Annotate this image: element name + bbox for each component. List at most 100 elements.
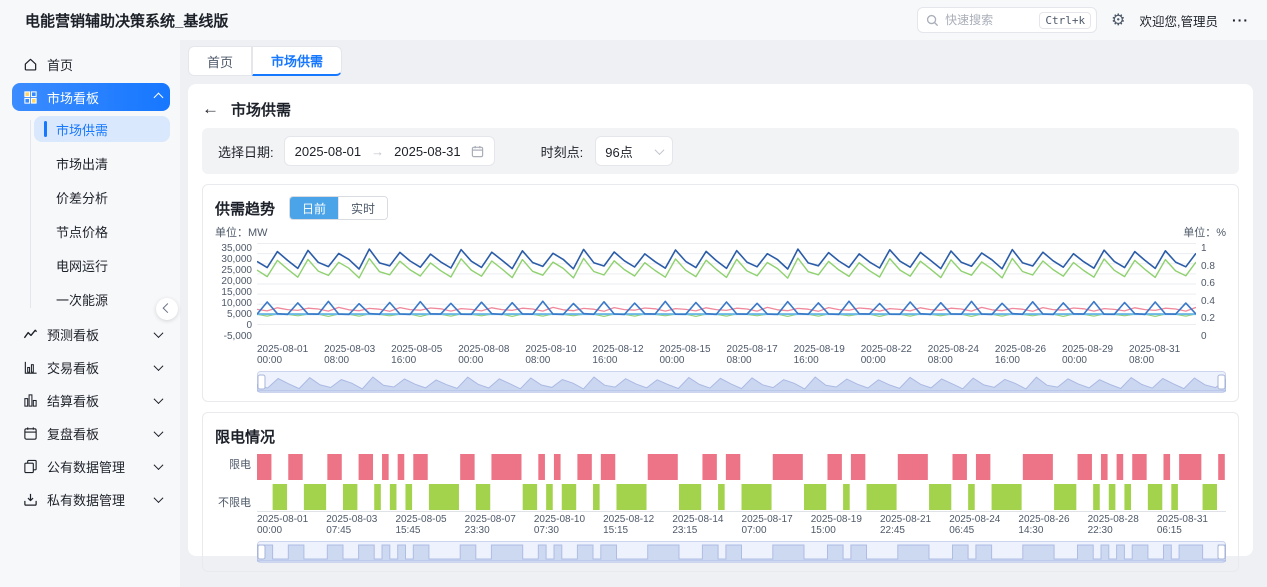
sidebar-item-label: 预测看板 — [47, 325, 146, 344]
x-axis-tick: 2025-08-01 00:00 — [257, 514, 326, 536]
x-axis-tick: 2025-08-03 07:45 — [326, 514, 395, 536]
sidebar-subitem-一次能源[interactable]: 一次能源 — [34, 286, 170, 312]
time-point-select[interactable]: 96点 — [595, 136, 673, 166]
chevron-down-icon — [154, 328, 164, 338]
x-axis-tick: 2025-08-26 14:30 — [1018, 514, 1087, 536]
curtail-label-on: 限电 — [229, 456, 251, 472]
sidebar-item-私有数据管理[interactable]: 私有数据管理 — [12, 485, 170, 513]
trend-y-axis-right: 10.80.60.40.20 — [1196, 243, 1226, 342]
calendar-icon — [22, 425, 38, 441]
sidebar-item-结算看板[interactable]: 结算看板 — [12, 386, 170, 414]
sidebar-item-公有数据管理[interactable]: 公有数据管理 — [12, 452, 170, 480]
unit-row: 单位：MW 单位：% — [215, 222, 1226, 243]
curtail-y-axis: 限电 不限电 — [215, 454, 257, 512]
trend-plot-area[interactable] — [257, 243, 1196, 342]
y-axis-tick: 0.6 — [1201, 278, 1226, 289]
trend-lines-svg — [257, 243, 1196, 325]
sidebar-subitem-市场供需[interactable]: 市场供需 — [34, 116, 170, 142]
date-range-picker[interactable]: 2025-08-01 → 2025-08-31 — [284, 136, 495, 166]
chevron-down-icon — [154, 460, 164, 470]
sidebar-subitem-市场出清[interactable]: 市场出清 — [34, 150, 170, 176]
x-axis-tick: 2025-08-31 08:00 — [1129, 344, 1196, 366]
sidebar-collapse-button[interactable] — [156, 298, 178, 320]
trend-datazoom-slider[interactable] — [257, 371, 1226, 393]
y-axis-tick: -5,000 — [215, 331, 252, 342]
curtail-panel-head: 限电情况 — [215, 422, 1226, 450]
curtail-panel: 限电情况 限电 不限电 2025-08-01 00:002025-08-03 0… — [202, 412, 1239, 572]
trend-datazoom-svg[interactable] — [257, 371, 1226, 393]
y-axis-tick: 15,000 — [215, 287, 252, 298]
x-axis-tick: 2025-08-08 00:00 — [458, 344, 525, 366]
tab-市场供需[interactable]: 市场供需 — [252, 46, 342, 76]
datazoom-handle[interactable] — [1218, 545, 1225, 559]
sidebar-subitem-价差分析[interactable]: 价差分析 — [34, 184, 170, 210]
curtail-plot-area[interactable] — [257, 454, 1226, 512]
x-axis-tick: 2025-08-05 16:00 — [391, 344, 458, 366]
curtail-x-axis: 2025-08-01 00:002025-08-03 07:45 2025-08-… — [257, 512, 1226, 536]
sidebar-item-复盘看板[interactable]: 复盘看板 — [12, 419, 170, 447]
sidebar-menu: 首页市场看板市场供需市场出清价差分析节点价格电网运行一次能源预测看板交易看板结算… — [12, 50, 170, 513]
trend-toggle: 日前实时 — [289, 196, 388, 220]
copy-icon — [22, 458, 38, 474]
app-title: 电能营销辅助决策系统_基线版 — [25, 10, 228, 31]
date-end-value[interactable]: 2025-08-31 — [394, 144, 461, 159]
sidebar-item-交易看板[interactable]: 交易看板 — [12, 353, 170, 381]
more-menu-icon[interactable]: ··· — [1232, 12, 1249, 28]
time-point-label: 时刻点: — [541, 142, 584, 161]
tab-bar: 首页市场供需 — [188, 46, 1253, 76]
x-axis-tick: 2025-08-24 06:45 — [949, 514, 1018, 536]
x-axis-tick: 2025-08-15 00:00 — [659, 344, 726, 366]
sidebar-item-label: 市场看板 — [47, 88, 146, 107]
toggle-实时[interactable]: 实时 — [338, 197, 387, 219]
page-header: ← 市场供需 — [202, 94, 1239, 124]
sidebar-item-市场看板[interactable]: 市场看板 — [12, 83, 170, 111]
y-axis-tick: 10,000 — [215, 298, 252, 309]
global-search[interactable]: Ctrl+k — [917, 7, 1097, 33]
date-start-value[interactable]: 2025-08-01 — [295, 144, 362, 159]
x-axis-tick: 2025-08-17 07:00 — [742, 514, 811, 536]
time-point-value: 96点 — [605, 142, 632, 161]
sidebar-item-label: 首页 — [47, 55, 162, 74]
tab-首页[interactable]: 首页 — [188, 46, 252, 76]
curtail-chart: 限电 不限电 — [215, 454, 1226, 512]
sidebar-subitem-节点价格[interactable]: 节点价格 — [34, 218, 170, 244]
trend-panel-head: 供需趋势 日前实时 — [215, 194, 1226, 222]
x-axis-tick: 2025-08-12 16:00 — [592, 344, 659, 366]
unit-left-label: 单位：MW — [215, 224, 268, 240]
y-axis-tick: 0.8 — [1201, 261, 1226, 272]
trend-y-axis-left: 35,00030,00025,00020,00015,00010,0005,00… — [215, 243, 257, 342]
x-axis-tick: 2025-08-10 07:30 — [534, 514, 603, 536]
datazoom-handle[interactable] — [258, 375, 265, 389]
sidebar-item-首页[interactable]: 首页 — [12, 50, 170, 78]
x-axis-tick: 2025-08-21 22:45 — [880, 514, 949, 536]
chevron-down-icon — [154, 427, 164, 437]
x-axis-tick: 2025-08-14 23:15 — [672, 514, 741, 536]
home-icon — [22, 56, 38, 72]
sidebar-item-预测看板[interactable]: 预测看板 — [12, 320, 170, 348]
y-axis-tick: 35,000 — [215, 243, 252, 254]
search-shortcut-badge: Ctrl+k — [1039, 12, 1091, 29]
curtail-datazoom-slider[interactable] — [257, 541, 1226, 563]
page-title: 市场供需 — [231, 99, 291, 120]
datazoom-handle[interactable] — [1218, 375, 1225, 389]
x-axis-tick: 2025-08-01 00:00 — [257, 344, 324, 366]
main-content: 首页市场供需 ← 市场供需 选择日期: 2025-08-01 → 2025-08… — [180, 40, 1267, 587]
y-axis-tick: 0.2 — [1201, 313, 1226, 324]
gear-icon[interactable]: ⚙ — [1111, 10, 1125, 30]
welcome-text: 欢迎您,管理员 — [1140, 11, 1218, 30]
back-arrow-icon[interactable]: ← — [202, 99, 219, 119]
chevron-down-icon — [154, 493, 164, 503]
datazoom-handle[interactable] — [258, 545, 265, 559]
trend-icon — [22, 326, 38, 342]
curtail-datazoom-svg[interactable] — [257, 541, 1226, 563]
toggle-日前[interactable]: 日前 — [290, 197, 338, 219]
curtail-label-off: 不限电 — [218, 494, 251, 510]
chevron-down-icon — [655, 145, 665, 155]
chevron-up-icon — [154, 92, 164, 102]
search-input[interactable] — [945, 13, 1033, 27]
filter-bar: 选择日期: 2025-08-01 → 2025-08-31 时刻点: 96点 — [202, 128, 1239, 174]
sidebar-subitem-电网运行[interactable]: 电网运行 — [34, 252, 170, 278]
trend-panel: 供需趋势 日前实时 单位：MW 单位：% 35,00030,00025,0002… — [202, 184, 1239, 402]
columns-icon — [22, 392, 38, 408]
chevron-down-icon — [154, 361, 164, 371]
